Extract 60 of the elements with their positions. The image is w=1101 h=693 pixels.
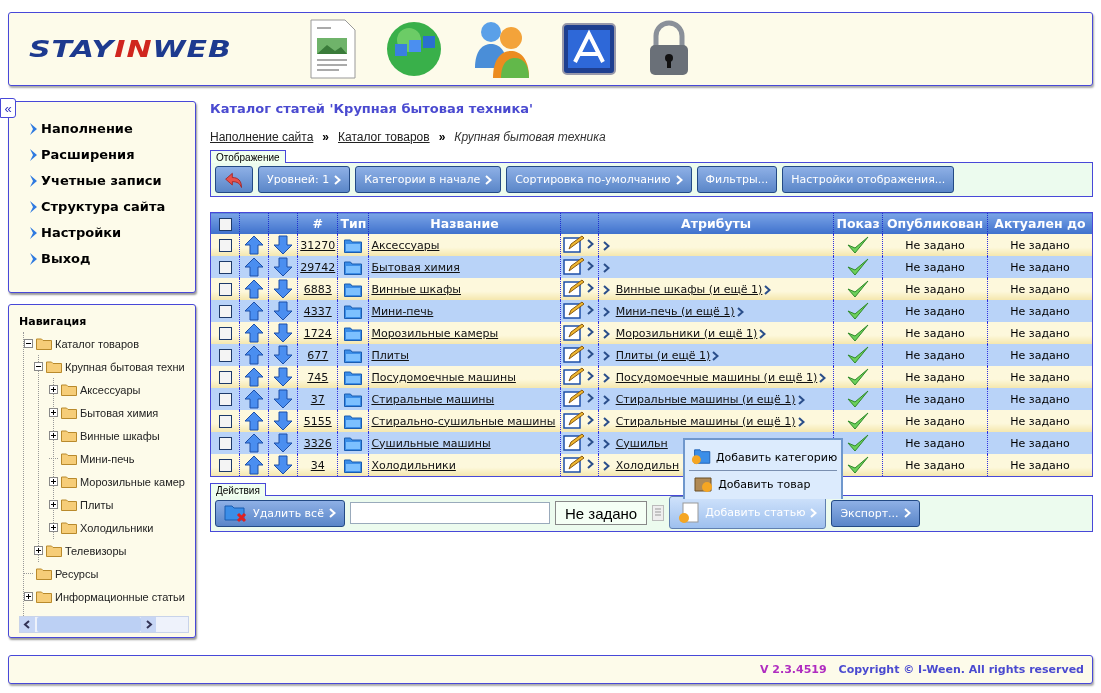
tree-item[interactable]: Телевизоры <box>65 544 127 557</box>
table-cell: Не задано <box>1010 414 1070 428</box>
tree-item[interactable]: Каталог товаров <box>55 337 139 350</box>
tree-item[interactable]: Аксессуары <box>80 383 141 396</box>
table-cell: Не задано <box>905 238 965 252</box>
breadcrumb-current: Крупная бытовая техника <box>454 130 606 144</box>
page-title: Каталог статей 'Крупная бытовая техника' <box>210 101 535 116</box>
table-cell: Не задано <box>905 282 965 296</box>
tree-item[interactable]: Холодильники <box>80 521 154 534</box>
table-cell: Не задано <box>1010 348 1070 362</box>
menu-item[interactable]: Учетные записи <box>41 173 162 188</box>
tree-item[interactable]: Мини-печь <box>80 452 135 465</box>
menu-item[interactable]: Добавить категорию <box>689 444 838 471</box>
attributes-link[interactable]: Холодильн <box>615 458 680 472</box>
table-cell: Не задано <box>1010 436 1070 450</box>
column-header[interactable]: Актуален до <box>987 212 1093 234</box>
table-cell: Не задано <box>1010 326 1070 340</box>
table-cell: Не задано <box>1010 238 1070 252</box>
menu-item[interactable]: Выход <box>41 251 91 266</box>
table-cell: Не задано <box>905 458 965 472</box>
panel-tab[interactable]: Отображение <box>210 150 286 163</box>
table-cell: Не задано <box>1010 458 1070 472</box>
table-cell: Не задано <box>905 260 965 274</box>
table-cell: Не задано <box>1010 370 1070 384</box>
tree-item[interactable]: Информационные статьи <box>55 590 185 603</box>
breadcrumb-link[interactable]: Каталог товаров <box>338 130 430 144</box>
panel-title: Навигация <box>19 315 88 328</box>
name-link[interactable]: Плиты <box>371 348 409 362</box>
table-cell: Не задано <box>1010 304 1070 318</box>
tree-item[interactable]: Бытовая химия <box>80 406 159 419</box>
collapse-button[interactable]: « <box>0 98 16 118</box>
menu-item[interactable]: Настройки <box>41 225 122 240</box>
tree-item[interactable]: Ресурсы <box>55 567 99 580</box>
table-cell: Не задано <box>905 436 965 450</box>
menu-item[interactable]: Расширения <box>41 147 135 162</box>
copyright-text: Copyright © I-Ween. All rights reserved <box>838 663 1084 676</box>
table-cell: Не задано <box>905 414 965 428</box>
tree-item[interactable]: Крупная бытовая техни <box>65 360 185 373</box>
table-cell: Не задано <box>905 370 965 384</box>
table-cell: Не задано <box>1010 392 1070 406</box>
tree-item[interactable]: Плиты <box>80 498 114 511</box>
table-cell: Не задано <box>905 392 965 406</box>
breadcrumb-separator: » <box>438 130 446 144</box>
breadcrumb-separator: » <box>322 130 329 144</box>
version-label: V 2.3.4519 <box>759 663 827 676</box>
menu-item[interactable]: Добавить товар <box>689 471 838 497</box>
panel-tab[interactable]: Действия <box>210 483 266 496</box>
attributes-link[interactable]: Сушильн <box>615 436 668 450</box>
table-cell: Не задано <box>905 326 965 340</box>
table-cell: Не задано <box>905 304 965 318</box>
tree-item[interactable]: Морозильные камер <box>80 475 185 488</box>
breadcrumb-link[interactable]: Наполнение сайта <box>210 130 314 144</box>
menu-item[interactable]: Структура сайта <box>41 199 166 214</box>
logo: STAYINWEB <box>29 35 232 63</box>
tree-item[interactable]: Винные шкафы <box>80 429 160 442</box>
table-cell: Не задано <box>1010 260 1070 274</box>
table-cell: Не задано <box>1010 282 1070 296</box>
menu-item[interactable]: Наполнение <box>41 121 133 136</box>
date-field[interactable]: Не задано <box>554 501 648 526</box>
table-cell: Не задано <box>905 348 965 362</box>
